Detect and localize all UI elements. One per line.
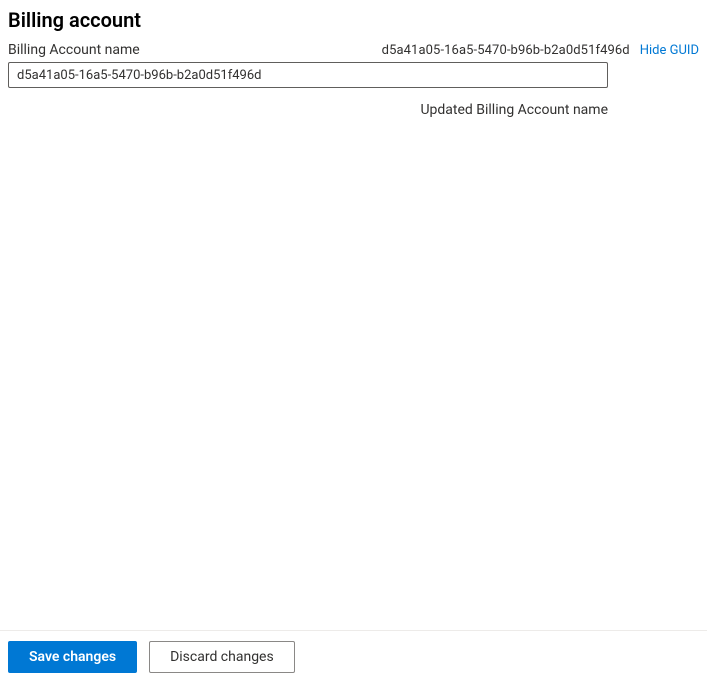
save-changes-button[interactable]: Save changes <box>8 641 137 673</box>
billing-account-name-input[interactable] <box>8 62 608 88</box>
page-title: Billing account <box>8 8 699 32</box>
hide-guid-link[interactable]: Hide GUID <box>640 43 699 58</box>
footer-toolbar: Save changes Discard changes <box>0 630 707 681</box>
field-label-row: Billing Account name d5a41a05-16a5-5470-… <box>8 42 699 58</box>
discard-changes-button[interactable]: Discard changes <box>149 641 295 673</box>
billing-account-name-label: Billing Account name <box>8 42 140 58</box>
update-status-text: Updated Billing Account name <box>420 102 608 118</box>
billing-account-guid-text: d5a41a05-16a5-5470-b96b-b2a0d51f496d <box>382 43 630 58</box>
